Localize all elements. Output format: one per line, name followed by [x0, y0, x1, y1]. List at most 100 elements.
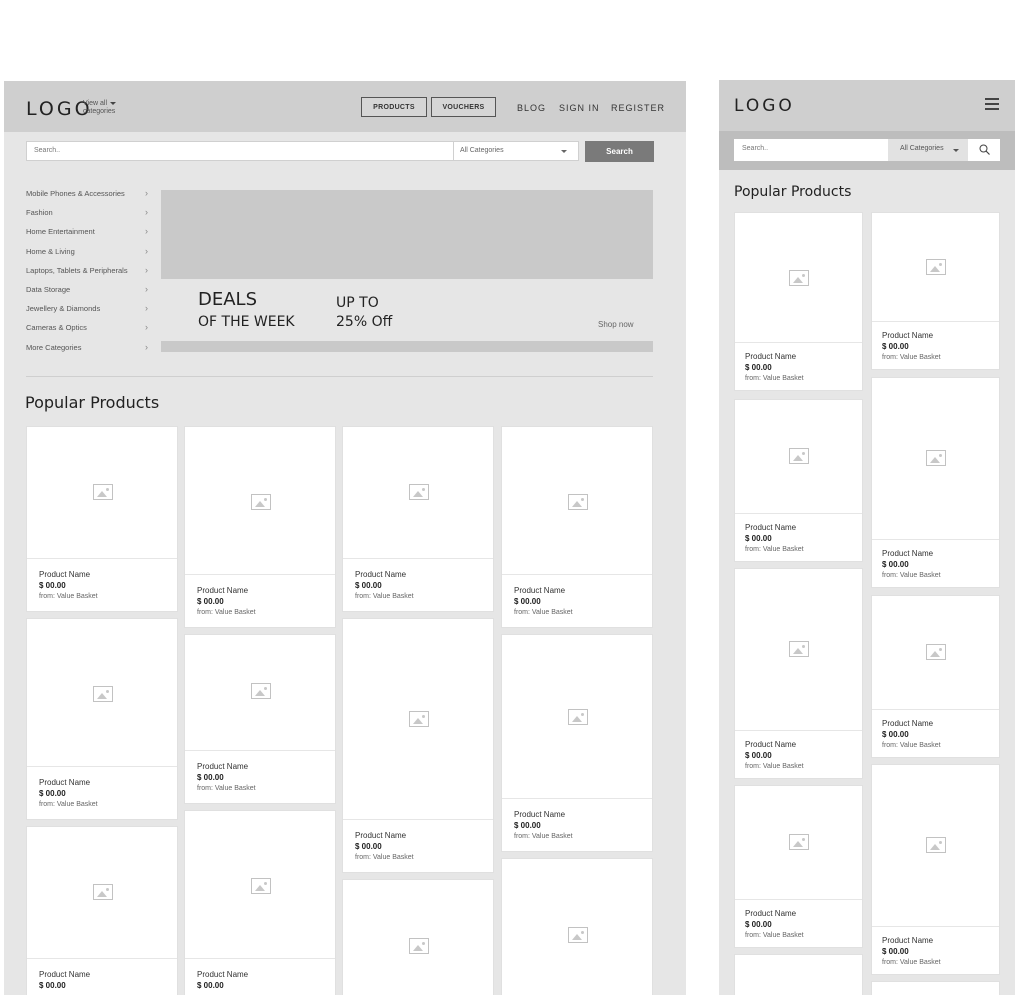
- hero-banner-image[interactable]: [161, 190, 653, 279]
- hero-slider-bar[interactable]: [161, 341, 653, 352]
- product-image: [502, 859, 652, 995]
- product-price: $ 00.00: [882, 730, 909, 739]
- category-item[interactable]: Fashion ›: [26, 207, 148, 220]
- category-item[interactable]: Laptops, Tablets & Peripherals ›: [26, 265, 148, 278]
- category-label: Jewellery & Diamonds: [26, 304, 101, 313]
- product-card[interactable]: Product Name $ 00.00 from: Value Basket: [871, 595, 1000, 758]
- image-placeholder-icon: [789, 448, 809, 464]
- product-card[interactable]: [501, 858, 653, 995]
- category-item[interactable]: Data Storage ›: [26, 284, 148, 297]
- view-all-label-2: categories: [83, 108, 116, 115]
- logo[interactable]: LOGO: [734, 96, 795, 116]
- product-name: Product Name: [197, 762, 249, 771]
- product-card[interactable]: Product Name $ 00.00 from: Value Basket: [342, 618, 494, 873]
- category-item[interactable]: Jewellery & Diamonds ›: [26, 303, 148, 316]
- product-image: [502, 427, 652, 575]
- category-item[interactable]: Mobile Phones & Accessories ›: [26, 188, 148, 201]
- view-all-categories[interactable]: View all categories: [83, 100, 116, 116]
- mobile-category-select[interactable]: All Categories: [888, 139, 968, 161]
- product-card[interactable]: Product Name $ 00.00 from: Value Basket: [26, 426, 178, 612]
- chevron-right-icon: ›: [145, 342, 148, 352]
- product-card[interactable]: [342, 879, 494, 995]
- category-label: Home Entertainment: [26, 227, 95, 236]
- desktop-header: LOGO View all categories PRODUCTS VOUCHE…: [4, 81, 686, 132]
- product-source: from: Value Basket: [745, 763, 804, 770]
- product-card[interactable]: Product Name $ 00.00 from: Value Basket: [342, 426, 494, 612]
- product-source: from: Value Basket: [745, 932, 804, 939]
- product-source: from: Value Basket: [39, 801, 98, 808]
- product-image: [872, 213, 999, 322]
- category-item[interactable]: Cameras & Optics ›: [26, 322, 148, 335]
- blog-link[interactable]: BLOG: [517, 103, 546, 113]
- product-image: [343, 427, 493, 559]
- product-card[interactable]: Product Name $ 00.00 from: Value Basket: [184, 426, 336, 628]
- product-name: Product Name: [745, 909, 797, 918]
- product-card[interactable]: Product Name $ 00.00 from: Value Basket: [734, 785, 863, 948]
- product-name: Product Name: [514, 586, 566, 595]
- chevron-right-icon: ›: [145, 303, 148, 313]
- category-item[interactable]: Home Entertainment ›: [26, 226, 148, 239]
- product-card[interactable]: Product Name $ 00.00 from: Value Basket: [871, 764, 1000, 975]
- category-select-value: All Categories: [900, 145, 944, 152]
- product-card[interactable]: Product Name $ 00.00: [26, 826, 178, 995]
- chevron-right-icon: ›: [145, 188, 148, 198]
- search-input[interactable]: Search.. All Categories: [26, 141, 579, 161]
- product-name: Product Name: [882, 549, 934, 558]
- product-price: $ 00.00: [882, 947, 909, 956]
- image-placeholder-icon: [251, 683, 271, 699]
- search-button[interactable]: Search: [585, 141, 654, 162]
- product-price: $ 00.00: [745, 534, 772, 543]
- product-image: [735, 400, 862, 514]
- product-price: $ 00.00: [882, 560, 909, 569]
- product-name: Product Name: [882, 936, 934, 945]
- category-item[interactable]: More Categories ›: [26, 342, 148, 355]
- sign-in-link[interactable]: SIGN IN: [559, 103, 600, 113]
- product-card[interactable]: Product Name $ 00.00: [184, 810, 336, 995]
- product-card[interactable]: Product Name $ 00.00 from: Value Basket: [871, 377, 1000, 588]
- product-card[interactable]: Product Name $ 00.00 from: Value Basket: [501, 634, 653, 852]
- product-price: $ 00.00: [355, 842, 382, 851]
- product-source: from: Value Basket: [355, 593, 414, 600]
- product-card[interactable]: Product Name $ 00.00 from: Value Basket: [734, 568, 863, 779]
- search-icon[interactable]: [979, 144, 990, 155]
- product-image: [872, 596, 999, 710]
- image-placeholder-icon: [568, 494, 588, 510]
- product-price: $ 00.00: [882, 342, 909, 351]
- image-placeholder-icon: [251, 878, 271, 894]
- product-price: $ 00.00: [745, 363, 772, 372]
- product-card[interactable]: Product Name $ 00.00 from: Value Basket: [734, 212, 863, 391]
- product-price: $ 00.00: [39, 789, 66, 798]
- mobile-search-input[interactable]: Search.. All Categories: [734, 139, 1000, 161]
- image-placeholder-icon: [93, 484, 113, 500]
- product-card[interactable]: Product Name $ 00.00 from: Value Basket: [184, 634, 336, 804]
- product-source: from: Value Basket: [39, 593, 98, 600]
- product-card[interactable]: Product Name $ 00.00 from: Value Basket: [871, 212, 1000, 370]
- product-card[interactable]: Product Name $ 00.00 from: Value Basket: [26, 618, 178, 820]
- shop-now-link[interactable]: Shop now: [598, 320, 634, 329]
- chevron-right-icon: ›: [145, 207, 148, 217]
- divider: [26, 376, 653, 377]
- view-all-label: View all: [83, 100, 107, 107]
- popular-products-title: Popular Products: [25, 393, 160, 412]
- category-item[interactable]: Home & Living ›: [26, 246, 148, 259]
- product-price: $ 00.00: [197, 597, 224, 606]
- category-label: Data Storage: [26, 285, 71, 294]
- product-name: Product Name: [197, 586, 249, 595]
- product-card[interactable]: Product Name $ 00.00 from: Value Basket: [501, 426, 653, 628]
- hero-deals-title: DEALS: [198, 289, 258, 310]
- category-select[interactable]: All Categories: [453, 142, 580, 160]
- product-image: [502, 635, 652, 799]
- hamburger-menu-icon[interactable]: [985, 98, 999, 110]
- product-card[interactable]: [734, 954, 863, 995]
- product-name: Product Name: [39, 570, 91, 579]
- vouchers-button[interactable]: VOUCHERS: [431, 97, 496, 117]
- products-button[interactable]: PRODUCTS: [361, 97, 427, 117]
- image-placeholder-icon: [409, 711, 429, 727]
- product-price: $ 00.00: [745, 751, 772, 760]
- hero-discount-label: 25% Off: [336, 314, 393, 330]
- category-label: Home & Living: [26, 247, 75, 256]
- register-link[interactable]: REGISTER: [611, 103, 665, 113]
- product-source: from: Value Basket: [197, 785, 256, 792]
- product-card[interactable]: Product Name $ 00.00 from: Value Basket: [734, 399, 863, 562]
- product-card[interactable]: [871, 981, 1000, 995]
